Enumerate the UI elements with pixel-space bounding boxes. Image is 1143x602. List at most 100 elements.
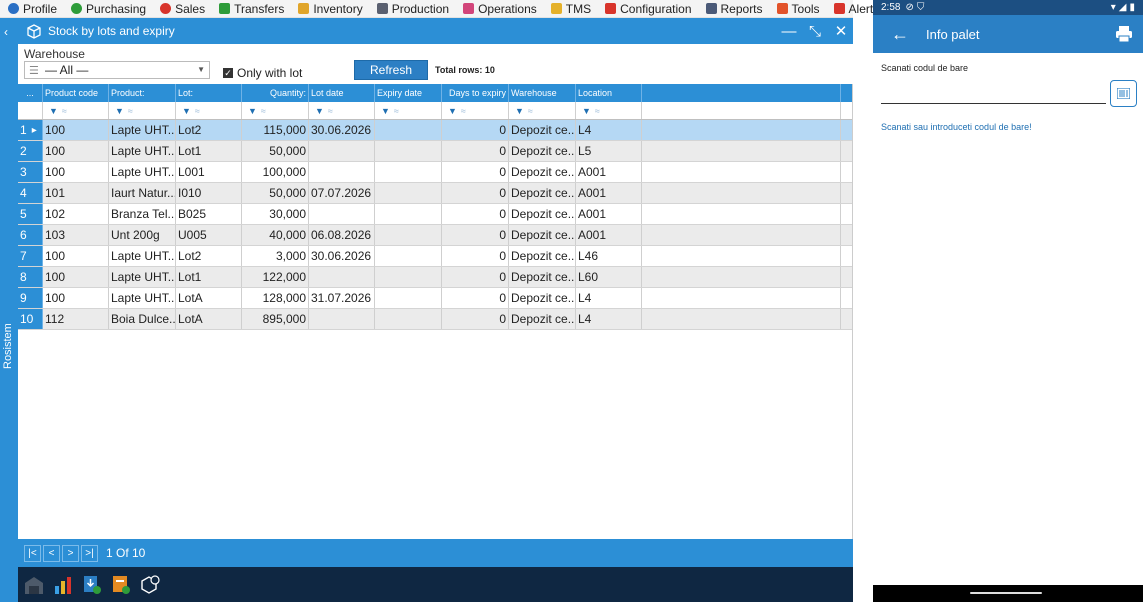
cell-lot-date[interactable] [309,204,375,224]
first-page-button[interactable]: |< [24,544,41,562]
column-filter[interactable]: ▼ ≈ [309,102,375,119]
filter-icon[interactable]: ▼ [244,106,257,116]
download-check-icon[interactable] [81,574,103,596]
column-filter[interactable]: ▼ ≈ [576,102,642,119]
column-header[interactable]: Lot: [176,84,242,102]
table-row[interactable]: 8 100 Lapte UHT... Lot1 122,000 0 Depozit ce..… [18,267,852,288]
cell-product[interactable]: Lapte UHT... [109,141,176,161]
back-arrow-icon[interactable]: ← [891,24,911,45]
cell-days[interactable]: 0 [442,225,509,245]
home-gesture-pill[interactable] [970,592,1042,594]
cell-lot[interactable]: I010 [176,183,242,203]
table-row[interactable]: 4 101 Iaurt Natur... I010 50,000 07.07.2026 0 D… [18,183,852,204]
cell-expiry[interactable] [375,141,442,161]
filter-icon[interactable]: ▼ [511,106,524,116]
column-filter[interactable]: ▼ ≈ [442,102,509,119]
cell-product[interactable]: Lapte UHT... [109,288,176,308]
cell-warehouse[interactable]: Depozit ce... [509,309,576,329]
menu-profile[interactable]: Profile [0,0,63,18]
cell-qty[interactable]: 50,000 [242,141,309,161]
cell-location[interactable]: A001 [576,183,642,203]
cell-lot[interactable]: LotA [176,309,242,329]
cell-location[interactable]: L4 [576,288,642,308]
cell-code[interactable]: 112 [43,309,109,329]
cell-warehouse[interactable]: Depozit ce... [509,141,576,161]
cell-code[interactable]: 100 [43,120,109,140]
refresh-button[interactable]: Refresh [354,60,428,80]
cell-expiry[interactable] [375,204,442,224]
table-row[interactable]: 5 102 Branza Tel... B025 30,000 0 Depozit ce..… [18,204,852,225]
menu-inventory[interactable]: Inventory [290,0,368,18]
last-page-button[interactable]: >| [81,544,98,562]
cell-warehouse[interactable]: Depozit ce... [509,162,576,182]
column-filter[interactable]: ▼ ≈ [43,102,109,119]
column-header[interactable]: Expiry date [375,84,442,102]
menu-transfers[interactable]: Transfers [211,0,290,18]
filter-icon[interactable]: ▼ [444,106,457,116]
cell-product[interactable]: Unt 200g [109,225,176,245]
cell-warehouse[interactable]: Depozit ce... [509,288,576,308]
cell-expiry[interactable] [375,162,442,182]
scan-instruction-link[interactable]: Scanati sau introduceti codul de bare! [881,122,1032,132]
cell-lot[interactable]: U005 [176,225,242,245]
close-icon[interactable]: ✕ [833,22,849,40]
filter-icon[interactable]: ▼ [311,106,324,116]
cell-qty[interactable]: 3,000 [242,246,309,266]
filter-icon[interactable]: ▼ [578,106,591,116]
cell-lot[interactable]: B025 [176,204,242,224]
cell-lot-date[interactable] [309,162,375,182]
cell-product[interactable]: Lapte UHT... [109,120,176,140]
cell-location[interactable]: L46 [576,246,642,266]
cell-product[interactable]: Lapte UHT... [109,246,176,266]
barcode-scan-button[interactable] [1110,80,1137,107]
warehouse-select[interactable]: ☰ — All — ▼ [24,61,210,79]
menu-sales[interactable]: Sales [152,0,211,18]
cell-qty[interactable]: 100,000 [242,162,309,182]
cell-days[interactable]: 0 [442,162,509,182]
column-header[interactable]: Warehouse [509,84,576,102]
table-row[interactable]: 10 112 Boia Dulce... LotA 895,000 0 Depozit ce… [18,309,852,330]
cell-warehouse[interactable]: Depozit ce... [509,225,576,245]
prev-page-button[interactable]: < [43,544,60,562]
box-clock-icon[interactable] [139,574,161,596]
cell-lot[interactable]: Lot1 [176,267,242,287]
cell-location[interactable]: L4 [576,309,642,329]
column-filter[interactable]: ▼ ≈ [109,102,176,119]
menu-purchasing[interactable]: Purchasing [63,0,152,18]
minimize-icon[interactable]: — [781,23,797,40]
restore-icon[interactable]: ⤡ [807,23,823,40]
cell-lot-date[interactable] [309,141,375,161]
column-header[interactable]: Product: [109,84,176,102]
filter-icon[interactable]: ▼ [45,106,58,116]
cell-code[interactable]: 100 [43,288,109,308]
cell-product[interactable]: Lapte UHT... [109,162,176,182]
cell-code[interactable]: 100 [43,267,109,287]
menu-reports[interactable]: Reports [698,0,769,18]
column-header[interactable]: Product code [43,84,109,102]
cell-days[interactable]: 0 [442,183,509,203]
cell-warehouse[interactable]: Depozit ce... [509,120,576,140]
checkbox-checked-icon[interactable]: ✓ [223,68,233,78]
cell-expiry[interactable] [375,120,442,140]
cell-lot-date[interactable]: 31.07.2026 [309,288,375,308]
cell-lot-date[interactable]: 30.06.2026 [309,246,375,266]
cell-qty[interactable]: 115,000 [242,120,309,140]
menu-operations[interactable]: Operations [455,0,543,18]
cell-location[interactable]: L60 [576,267,642,287]
table-row[interactable]: 7 100 Lapte UHT... Lot2 3,000 30.06.2026 0 Depo… [18,246,852,267]
cell-warehouse[interactable]: Depozit ce... [509,183,576,203]
filter-icon[interactable]: ▼ [178,106,191,116]
document-check-icon[interactable] [110,574,132,596]
cell-location[interactable]: A001 [576,204,642,224]
cell-code[interactable]: 100 [43,246,109,266]
barcode-input[interactable] [881,82,1106,104]
cell-qty[interactable]: 50,000 [242,183,309,203]
cell-lot[interactable]: L001 [176,162,242,182]
cell-location[interactable]: A001 [576,225,642,245]
warehouse-icon[interactable] [23,574,45,596]
table-row[interactable]: 3 100 Lapte UHT... L001 100,000 0 Depozit ce..… [18,162,852,183]
cell-product[interactable]: Boia Dulce... [109,309,176,329]
cell-qty[interactable]: 30,000 [242,204,309,224]
filter-icon[interactable]: ▼ [377,106,390,116]
cell-qty[interactable]: 122,000 [242,267,309,287]
